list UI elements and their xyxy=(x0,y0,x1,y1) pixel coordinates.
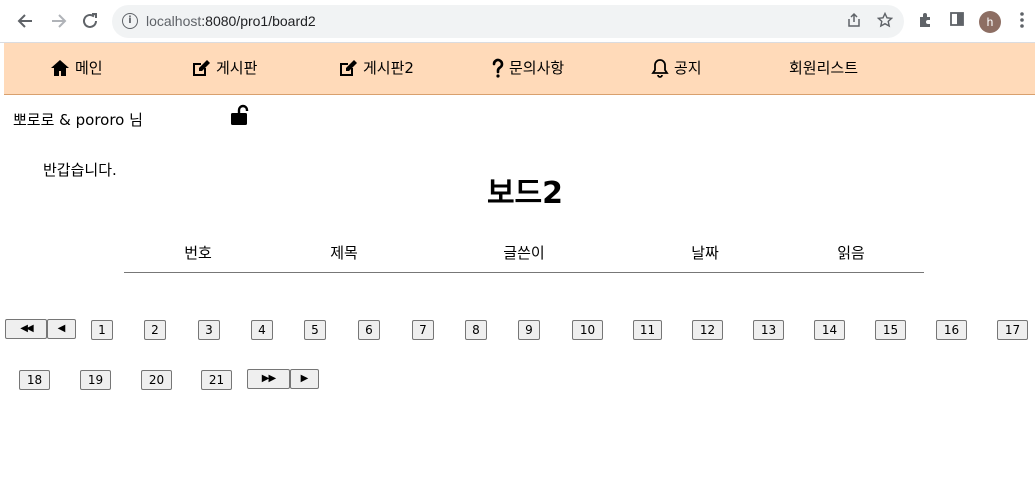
nav-item-board2[interactable]: 게시판2 xyxy=(338,57,414,78)
profile-avatar[interactable]: h xyxy=(979,11,1001,33)
page-button[interactable]: 13 xyxy=(753,320,784,340)
forward-arrow-icon[interactable] xyxy=(48,10,70,32)
page-button[interactable]: 16 xyxy=(936,320,967,340)
nav-label-inquiry: 문의사항 xyxy=(509,59,565,77)
first-page-button[interactable]: ◀◀ xyxy=(5,319,47,339)
page-button[interactable]: 6 xyxy=(358,320,380,340)
page-button[interactable]: 10 xyxy=(572,320,603,340)
nav-label-notice: 공지 xyxy=(674,59,702,77)
nav-label-board: 게시판 xyxy=(216,59,258,77)
nav-item-notice[interactable]: 공지 xyxy=(651,57,702,78)
page-button[interactable]: 9 xyxy=(518,320,540,340)
board-table-header: 번호 제목 글쓴이 날짜 읽음 xyxy=(124,240,924,273)
share-icon[interactable] xyxy=(845,12,863,30)
edit-icon xyxy=(193,59,210,76)
prev-page-button[interactable]: ◀ xyxy=(47,319,76,339)
page-button[interactable]: 20 xyxy=(141,370,172,390)
edit-icon xyxy=(340,59,357,76)
page-button[interactable]: 3 xyxy=(198,320,220,340)
page-button[interactable]: 4 xyxy=(251,320,273,340)
nav-label-main: 메인 xyxy=(75,59,103,77)
nav-item-main[interactable]: 메인 xyxy=(50,57,103,78)
next-page-button[interactable]: ▶ xyxy=(290,369,319,389)
url-text: localhost:8080/pro1/board2 xyxy=(146,13,316,29)
column-header-reads: 읽음 xyxy=(837,244,865,262)
site-info-icon[interactable]: i xyxy=(122,13,138,29)
extensions-puzzle-icon[interactable] xyxy=(916,11,936,31)
page-button[interactable]: 18 xyxy=(19,370,50,390)
page-button[interactable]: 11 xyxy=(633,320,662,340)
page-button[interactable]: 8 xyxy=(465,320,487,340)
reload-icon[interactable] xyxy=(79,10,101,32)
page-button[interactable]: 14 xyxy=(814,320,845,340)
page-button[interactable]: 15 xyxy=(875,320,906,340)
url-host: localhost xyxy=(146,13,202,29)
user-greeting: 뽀로로 & pororo 님 xyxy=(13,111,143,129)
nav-item-board[interactable]: 게시판 xyxy=(191,57,257,78)
nav-label-member-list: 회원리스트 xyxy=(789,59,859,77)
main-nav-bar: 메인 게시판 게시판2 문의사항 공지 회원리스트 xyxy=(4,43,1035,95)
question-icon xyxy=(492,58,504,78)
page-button[interactable]: 7 xyxy=(412,320,434,340)
bell-icon xyxy=(651,58,669,78)
page-title: 보드2 xyxy=(486,176,564,211)
page-button[interactable]: 19 xyxy=(80,370,111,390)
url-path: :8080/pro1/board2 xyxy=(201,13,316,29)
column-header-writer: 글쓴이 xyxy=(503,244,545,262)
nav-label-board2: 게시판2 xyxy=(363,59,414,77)
kebab-menu-icon[interactable] xyxy=(1012,11,1032,31)
address-bar[interactable]: i localhost:8080/pro1/board2 xyxy=(112,5,904,38)
page-button[interactable]: 1 xyxy=(91,320,113,340)
last-page-button[interactable]: ▶▶ xyxy=(247,369,290,389)
side-panel-icon[interactable] xyxy=(947,11,967,31)
browser-toolbar: i localhost:8080/pro1/board2 h xyxy=(0,0,1035,43)
page-button[interactable]: 21 xyxy=(201,370,232,390)
page-button[interactable]: 5 xyxy=(304,320,326,340)
nav-item-member-list[interactable]: 회원리스트 xyxy=(789,57,858,78)
nav-item-inquiry[interactable]: 문의사항 xyxy=(492,57,564,78)
column-header-number: 번호 xyxy=(184,244,212,262)
column-header-date: 날짜 xyxy=(691,244,719,262)
page-button[interactable]: 12 xyxy=(692,320,723,340)
back-arrow-icon[interactable] xyxy=(14,10,36,32)
unlock-icon[interactable] xyxy=(230,104,250,130)
bookmark-star-icon[interactable] xyxy=(876,11,894,30)
page-button[interactable]: 17 xyxy=(997,320,1028,340)
page-button[interactable]: 2 xyxy=(144,320,166,340)
column-header-title: 제목 xyxy=(330,244,358,262)
home-icon xyxy=(51,59,69,76)
